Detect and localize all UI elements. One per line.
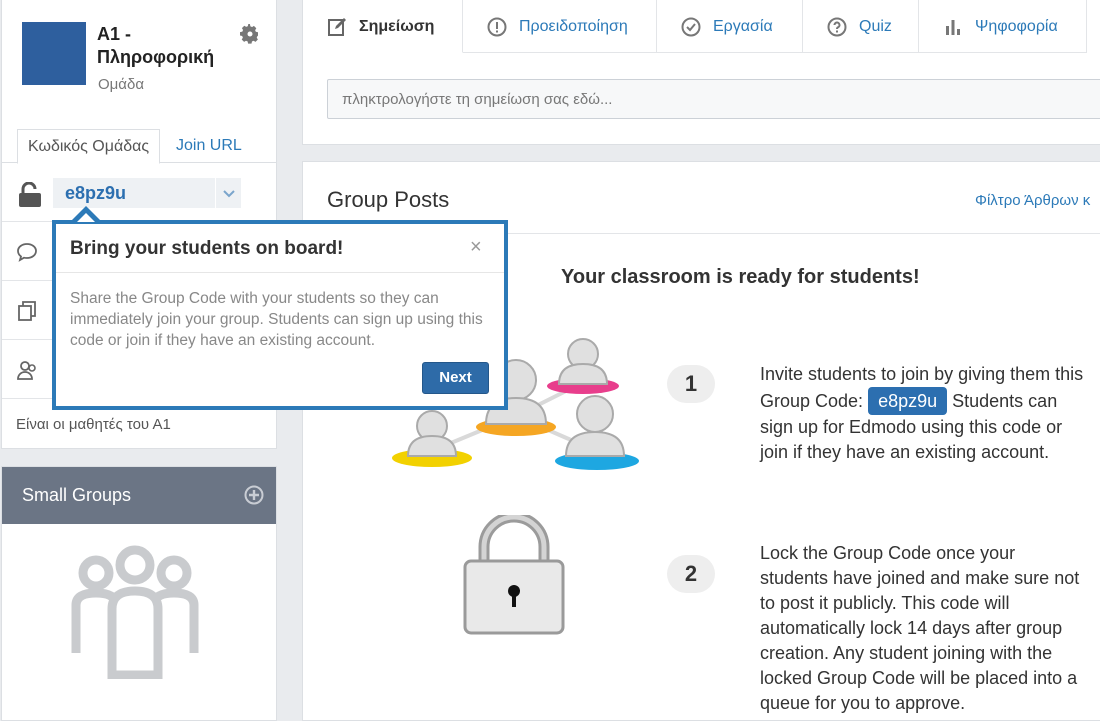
tab-note-label: Σημείωση [359, 18, 435, 35]
next-button[interactable]: Next [422, 362, 489, 394]
classroom-ready-heading: Your classroom is ready for students! [561, 266, 920, 288]
close-icon[interactable]: × [470, 236, 482, 259]
post-composer: Σημείωση Προειδοποίηση Εργασία Quiz Ψηφο… [302, 0, 1100, 145]
gear-icon[interactable] [240, 24, 260, 44]
step-1-text: Invite students to join by giving them t… [760, 362, 1085, 465]
tab-note[interactable]: Σημείωση [303, 0, 463, 53]
group-header: A1 - Πληροφορική Ομάδα [2, 0, 276, 118]
step-1-number: 1 [667, 365, 715, 403]
group-title[interactable]: A1 - Πληροφορική [97, 23, 237, 69]
chevron-down-icon [223, 190, 235, 198]
lock-illustration [463, 515, 565, 635]
code-tabs: Κωδικός Ομάδας Join URL [2, 129, 276, 164]
small-groups-header: Small Groups [2, 467, 276, 524]
group-posts-title: Group Posts [327, 187, 450, 212]
unlock-icon[interactable] [18, 182, 42, 208]
quiz-icon [827, 17, 847, 37]
tab-quiz-label: Quiz [859, 18, 892, 35]
tab-quiz[interactable]: Quiz [803, 0, 919, 53]
step-2-text: Lock the Group Code once your students h… [760, 543, 1080, 713]
alert-icon [487, 17, 507, 37]
poll-icon [946, 20, 960, 35]
popover-body: Share the Group Code with your students … [70, 290, 483, 349]
small-groups-people-illustration [71, 545, 199, 679]
small-groups-title: Small Groups [22, 485, 132, 505]
speech-bubble-icon [17, 243, 37, 262]
members-icon [17, 361, 36, 380]
popover-arrow-inner [77, 213, 95, 222]
tab-alert[interactable]: Προειδοποίηση [463, 0, 657, 53]
tab-poll[interactable]: Ψηφοφορία [919, 0, 1087, 53]
step-1-group-code: e8pz9u [868, 387, 948, 415]
group-code-row: e8pz9u [2, 164, 276, 222]
group-subtitle: Ομάδα [98, 76, 145, 93]
step-2-number: 2 [667, 555, 715, 593]
onboarding-popover: Bring your students on board! × Share th… [52, 220, 508, 410]
assignment-icon [681, 17, 701, 37]
popover-divider [56, 272, 504, 273]
popover-title: Bring your students on board! [70, 238, 344, 259]
group-code-value[interactable]: e8pz9u [53, 178, 215, 208]
tab-assignment[interactable]: Εργασία [657, 0, 803, 53]
tab-poll-label: Ψηφοφορία [975, 18, 1058, 35]
small-groups-panel: Small Groups [1, 466, 277, 721]
tab-group-code[interactable]: Κωδικός Ομάδας [17, 129, 161, 164]
group-avatar[interactable] [22, 22, 86, 85]
note-icon [328, 18, 346, 36]
tab-join-url[interactable]: Join URL [166, 129, 252, 163]
tab-assignment-label: Εργασία [713, 18, 773, 35]
add-circle-icon[interactable] [244, 485, 264, 505]
note-input[interactable]: πληκτρολογήστε τη σημείωση σας εδώ... [327, 79, 1100, 119]
folders-icon [18, 301, 36, 321]
posts-filter-link[interactable]: Φίλτρο Άρθρων κ [975, 192, 1090, 209]
tab-alert-label: Προειδοποίηση [519, 18, 628, 35]
code-dropdown[interactable] [215, 178, 241, 208]
group-description: Είναι οι μαθητές του Α1 [16, 416, 171, 433]
